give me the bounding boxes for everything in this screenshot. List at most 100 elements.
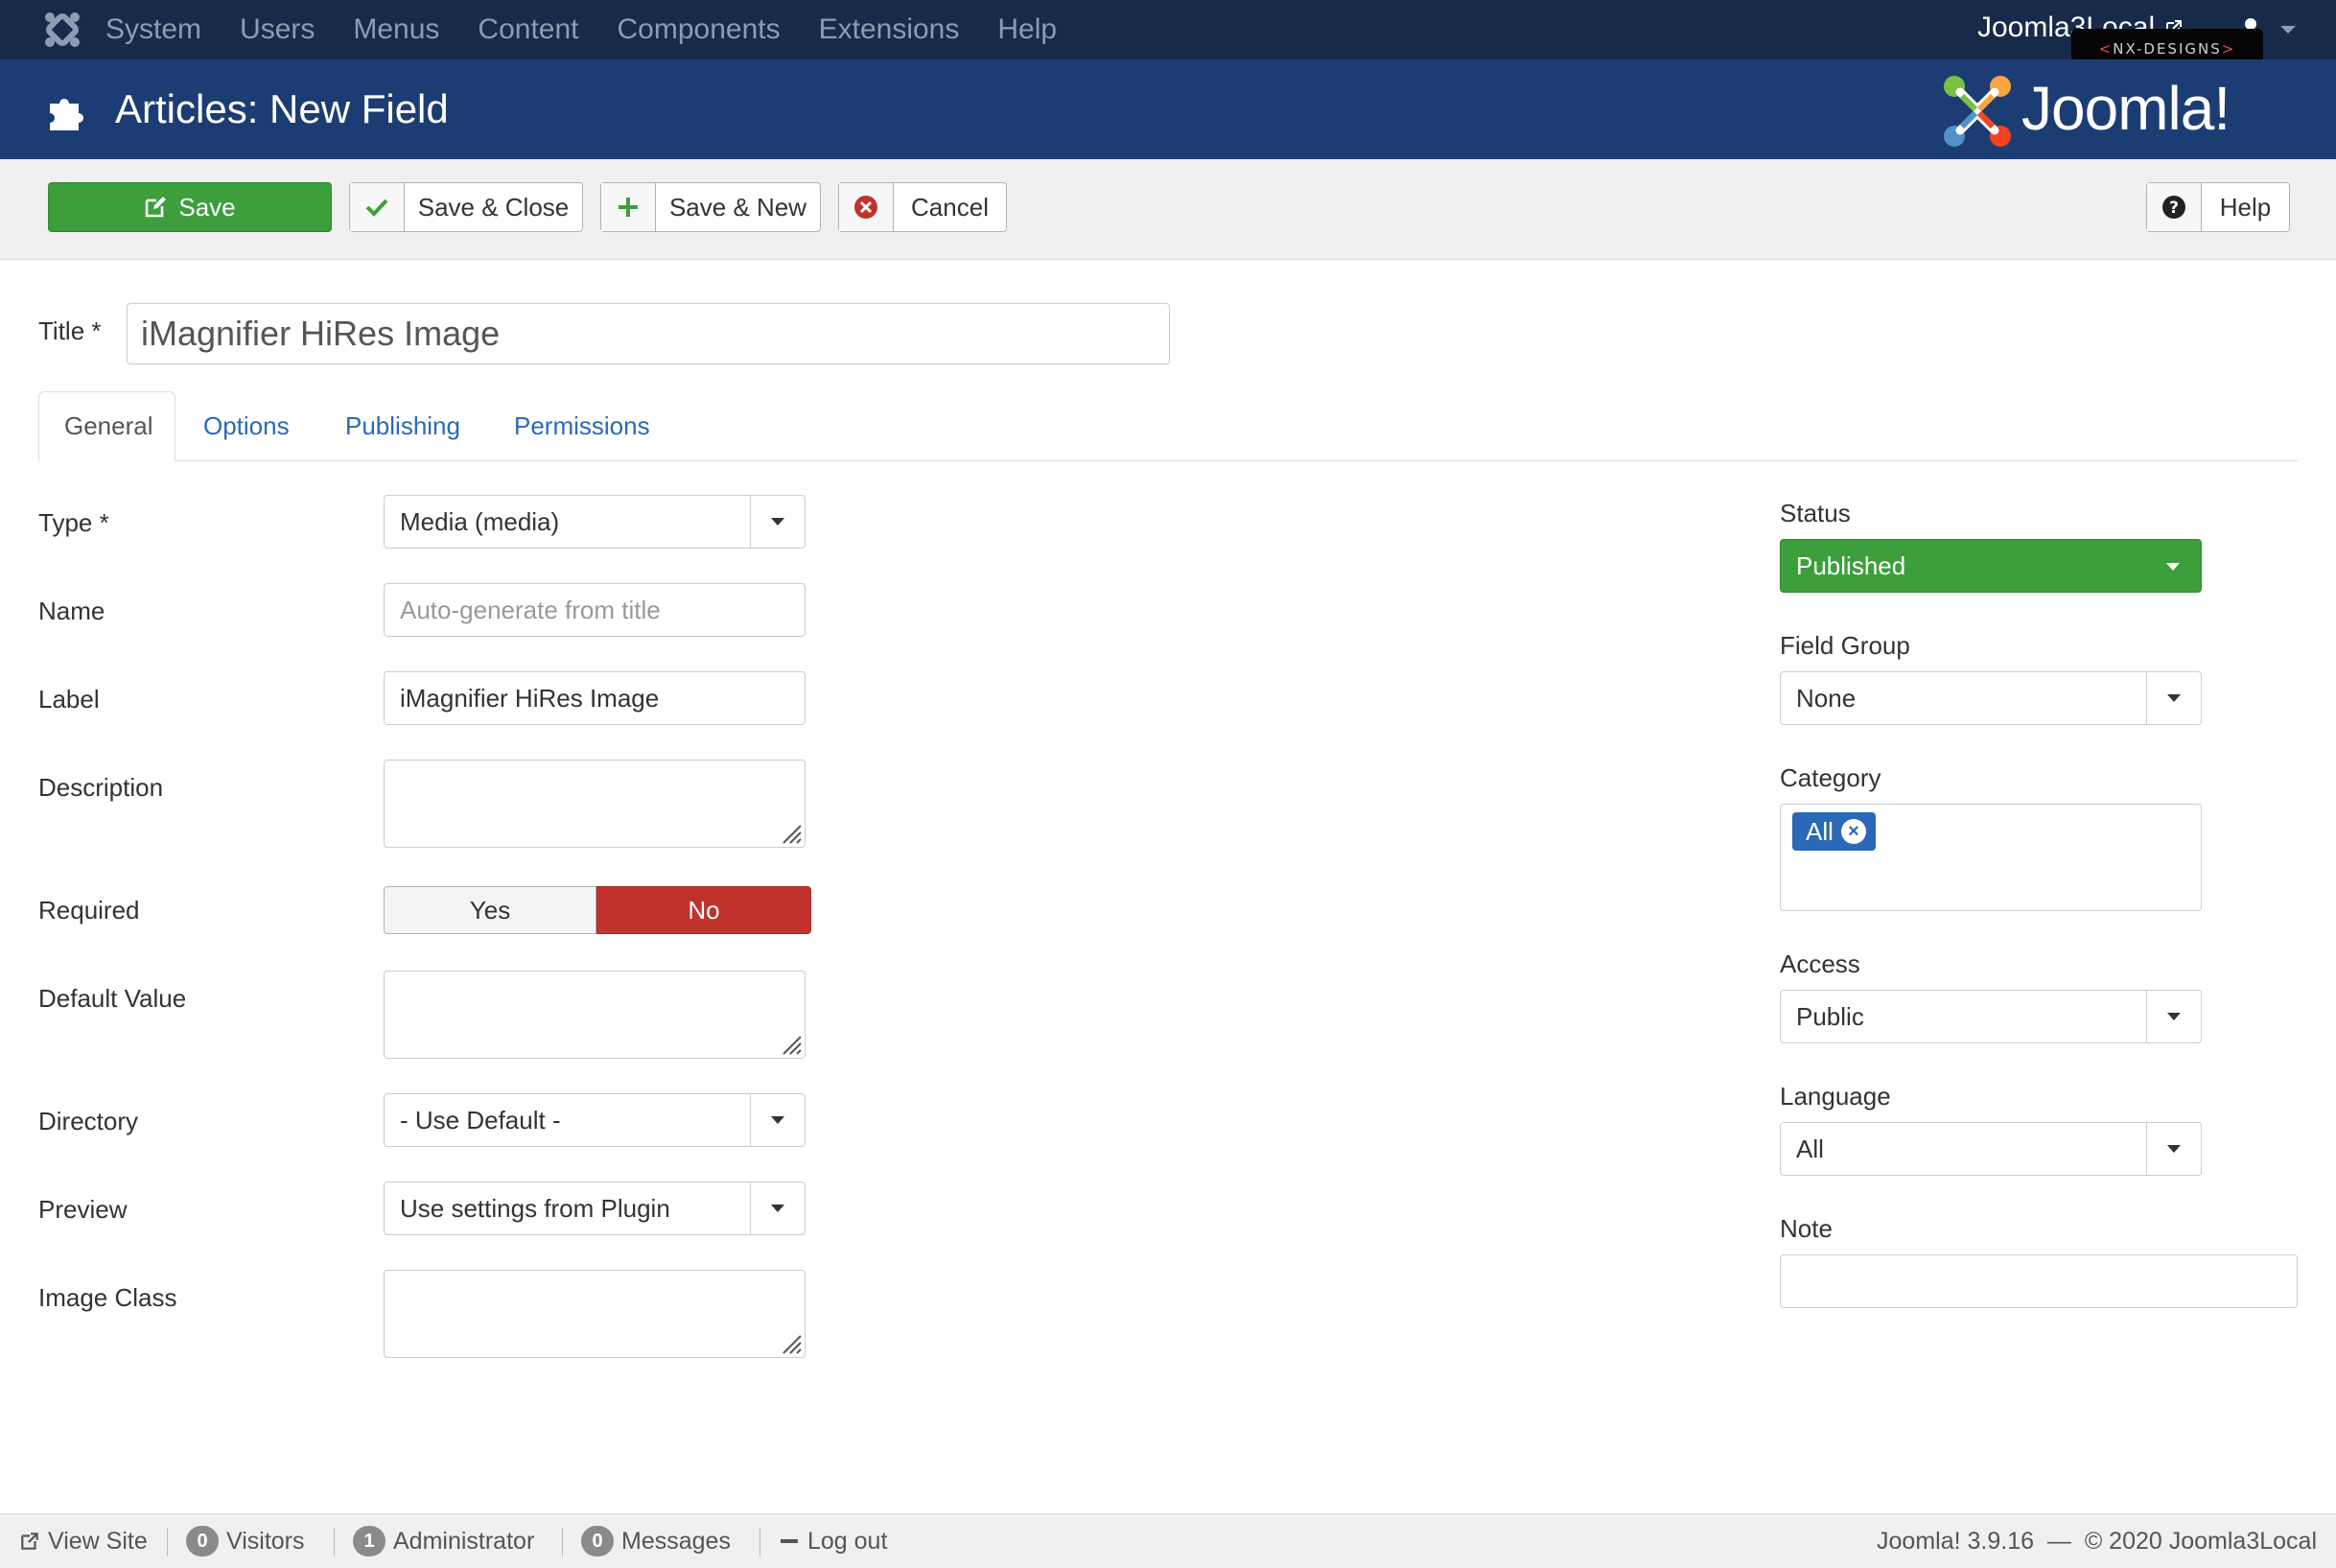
help-button[interactable]: ? Help: [2146, 182, 2290, 232]
cancel-button[interactable]: Cancel: [838, 182, 1007, 232]
visitors-link[interactable]: 0 Visitors: [186, 1514, 305, 1568]
title-input[interactable]: iMagnifier HiRes Image: [127, 303, 1170, 364]
joomla-logo-icon[interactable]: [42, 11, 82, 49]
tab-bar: General Options Publishing Permissions: [38, 391, 2298, 461]
label-label: Label: [38, 685, 100, 714]
cancel-label: Cancel: [911, 192, 989, 222]
admin-count-badge: 1: [353, 1526, 385, 1556]
category-chip[interactable]: All ×: [1792, 812, 1876, 851]
tab-general[interactable]: General: [38, 391, 175, 461]
language-select[interactable]: All: [1780, 1122, 2202, 1176]
main-menu: System Users Menus Content Components Ex…: [105, 0, 1095, 59]
chevron-down-icon: [750, 496, 805, 548]
top-navbar: System Users Menus Content Components Ex…: [0, 0, 2336, 69]
menu-menus[interactable]: Menus: [353, 13, 439, 46]
copyright-text: © 2020 Joomla3Local: [2084, 1527, 2317, 1555]
required-yes-button[interactable]: Yes: [384, 886, 596, 934]
required-label: Required: [38, 896, 140, 924]
user-menu-caret-icon[interactable]: [2280, 26, 2296, 34]
menu-content[interactable]: Content: [478, 13, 578, 46]
default-value-textarea[interactable]: [384, 971, 806, 1059]
chevron-down-icon: [2166, 563, 2180, 571]
logout-label: Log out: [807, 1527, 888, 1555]
status-bar: View Site 0 Visitors 1 Administrator 0 M…: [0, 1513, 2336, 1568]
tab-options[interactable]: Options: [203, 391, 290, 460]
category-chip-label: All: [1806, 816, 1834, 846]
badge-text: NX-DESIGNS: [2113, 40, 2222, 58]
resize-grip-icon[interactable]: [778, 1031, 803, 1056]
chevron-down-icon: [2146, 1123, 2201, 1175]
type-select[interactable]: Media (media): [384, 495, 806, 549]
save-button[interactable]: Save: [48, 182, 332, 232]
type-value: Media (media): [400, 506, 560, 536]
tab-publishing[interactable]: Publishing: [345, 391, 460, 460]
description-textarea[interactable]: [384, 760, 806, 848]
messages-label: Messages: [621, 1527, 731, 1555]
view-site-link[interactable]: View Site: [19, 1514, 148, 1568]
note-label: Note: [1780, 1214, 1833, 1243]
field-group-select[interactable]: None: [1780, 671, 2202, 725]
menu-system[interactable]: System: [105, 13, 201, 46]
preview-select[interactable]: Use settings from Plugin: [384, 1182, 806, 1235]
type-label: Type *: [38, 508, 109, 537]
access-select[interactable]: Public: [1780, 990, 2202, 1043]
administrator-label: Administrator: [393, 1527, 535, 1555]
field-group-value: None: [1796, 683, 1857, 713]
question-circle-icon: ?: [2147, 183, 2202, 231]
joomla-brand: Joomla!: [1937, 71, 2301, 152]
directory-select[interactable]: - Use Default -: [384, 1093, 806, 1147]
status-value: Published: [1796, 550, 1906, 580]
default-value-label: Default Value: [38, 984, 187, 1013]
chevron-down-icon: [2146, 672, 2201, 724]
name-input[interactable]: Auto-generate from title: [384, 583, 806, 637]
help-label: Help: [2219, 192, 2272, 222]
administrator-link[interactable]: 1 Administrator: [353, 1514, 534, 1568]
messages-count-badge: 0: [581, 1526, 614, 1556]
divider: [334, 1528, 335, 1556]
label-input[interactable]: iMagnifier HiRes Image: [384, 671, 806, 725]
resize-grip-icon[interactable]: [778, 1330, 803, 1355]
footer-info: Joomla! 3.9.16 — © 2020 Joomla3Local: [1877, 1514, 2317, 1568]
toolbar: Save Save & Close Save & New Cancel ? He…: [0, 159, 2336, 260]
title-label: Title *: [38, 316, 102, 345]
menu-components[interactable]: Components: [618, 13, 781, 46]
access-label: Access: [1780, 949, 1860, 978]
logout-link[interactable]: Log out: [779, 1514, 887, 1568]
menu-extensions[interactable]: Extensions: [819, 13, 960, 46]
edit-icon: [146, 197, 167, 218]
menu-users[interactable]: Users: [240, 13, 315, 46]
field-group-label: Field Group: [1780, 631, 1910, 660]
category-multiselect[interactable]: All ×: [1780, 804, 2202, 911]
visitors-count-badge: 0: [186, 1526, 219, 1556]
joomla-brand-logo-icon: [1944, 76, 2011, 147]
page-title: Articles: New Field: [115, 86, 449, 131]
messages-link[interactable]: 0 Messages: [581, 1514, 731, 1568]
save-new-button[interactable]: Save & New: [600, 182, 821, 232]
resize-grip-icon[interactable]: [778, 820, 803, 845]
save-label: Save: [178, 192, 236, 222]
tab-permissions[interactable]: Permissions: [514, 391, 650, 460]
save-close-button[interactable]: Save & Close: [349, 182, 583, 232]
view-site-label: View Site: [48, 1527, 148, 1555]
plus-icon: [601, 183, 656, 231]
status-label: Status: [1780, 499, 1851, 527]
note-input[interactable]: [1780, 1254, 2298, 1308]
check-icon: [350, 183, 405, 231]
footer-dash: —: [2034, 1527, 2085, 1555]
directory-label: Directory: [38, 1107, 139, 1135]
description-label: Description: [38, 773, 164, 802]
menu-help[interactable]: Help: [997, 13, 1057, 46]
svg-text:?: ?: [2169, 199, 2179, 218]
required-no-button[interactable]: No: [596, 886, 811, 934]
divider: [562, 1528, 563, 1556]
version-text: Joomla! 3.9.16: [1877, 1527, 2035, 1555]
directory-value: - Use Default -: [400, 1105, 561, 1135]
required-toggle: Yes No: [384, 886, 811, 934]
image-class-label: Image Class: [38, 1283, 177, 1312]
image-class-textarea[interactable]: [384, 1270, 806, 1358]
chevron-down-icon: [750, 1094, 805, 1146]
preview-value: Use settings from Plugin: [400, 1193, 670, 1223]
remove-chip-icon[interactable]: ×: [1840, 819, 1866, 844]
status-select[interactable]: Published: [1780, 539, 2202, 593]
language-label: Language: [1780, 1082, 1891, 1111]
